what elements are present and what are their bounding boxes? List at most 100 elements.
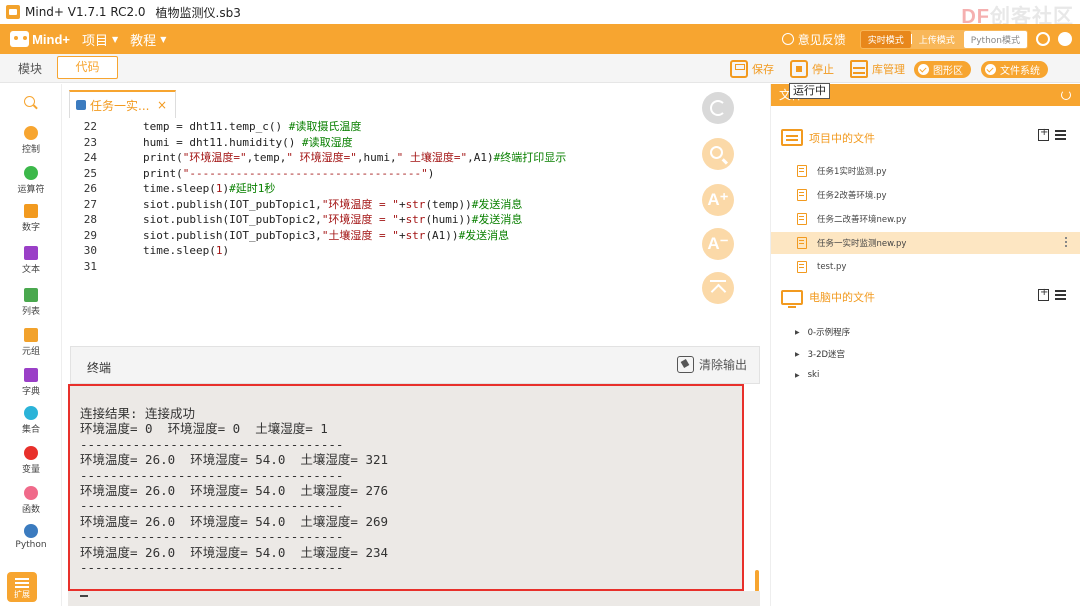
project-file-item[interactable]: 任务2改善环境.py [771,184,1080,206]
library-label: 库管理 [872,63,905,76]
line-number: 22 [83,120,97,133]
menu-project[interactable]: 项目 ▼ [82,30,118,49]
menu-project-label: 项目 [82,33,109,49]
sidebar-item[interactable]: 元组 [0,328,62,357]
mode-realtime[interactable]: 实时模式 [860,30,911,48]
find-button[interactable] [702,138,734,170]
user-icon[interactable] [1058,32,1072,46]
sidebar-item[interactable]: 集合 [0,406,62,435]
tab-blocks[interactable]: 模块 [10,59,50,79]
filesystem-button[interactable]: 文件系统 [981,61,1048,78]
code-token: ) [222,244,230,257]
search-icon [710,146,723,159]
code-line: 25 print("-------------------------------… [63,166,683,182]
sidebar-item[interactable]: 字典 [0,368,62,397]
code-token: (A1)) [425,228,459,242]
code-editor: 任务一实... × 22 temp = dht11.temp_c() #读取摄氏温… [63,84,766,346]
project-file-item[interactable]: 任务1实时监测.py [771,160,1080,182]
menu-bar: Mind+ 项目 ▼ 教程 ▼ 意见反馈 实时模式 上传模式 Python模式 [0,24,1080,54]
code-token: "环境湿度 = " [321,213,399,226]
refresh-icon[interactable] [1061,90,1071,100]
save-label: 保存 [752,63,774,76]
computer-folder-item[interactable]: ▶ 3-2D迷宫 [795,348,845,360]
menu-tutorial[interactable]: 教程 ▼ [130,30,166,49]
tab-code[interactable]: 代码 [57,56,118,79]
code-text: time.sleep(1) [98,243,229,259]
project-file-item[interactable]: 任务二改善环境new.py [771,208,1080,230]
font-decrease-button[interactable]: A⁻ [702,228,734,260]
expand-arrow-icon[interactable]: ▶ [795,329,800,336]
mode-upload[interactable]: 上传模式 [912,31,962,48]
scroll-top-button[interactable] [702,272,734,304]
new-file-icon[interactable] [1038,287,1049,301]
feedback-icon [781,33,794,45]
project-file-item[interactable]: 任务一实时监测new.py [771,232,1080,254]
font-increase-button[interactable]: A⁺ [702,184,734,216]
settings-icon[interactable] [1036,32,1050,46]
sidebar-item[interactable]: 变量 [0,446,62,475]
code-token: "-----------------------------------" [182,166,428,180]
feedback-button[interactable]: 意见反馈 [781,31,846,48]
code-line: 31 [63,259,683,275]
code-token: ) [427,166,435,180]
code-text: siot.publish(IOT_pubTopic1,"环境温度 = "+str… [98,197,522,213]
new-file-icon[interactable] [1038,127,1049,141]
reload-button[interactable] [702,92,734,124]
graphics-button[interactable]: 图形区 [914,61,971,78]
title-bar: Mind+ V1.7.1 RC2.0 植物监测仪.sb3 DF创客社区 [0,0,1080,28]
sidebar-item[interactable]: 控制 [0,126,62,155]
sidebar-item-label: 数字 [21,223,40,233]
filesystem-label: 文件系统 [1000,66,1040,77]
folder-icon [781,129,803,146]
sidebar-item-label: 集合 [21,425,40,435]
menu-icon[interactable] [1055,294,1066,296]
stop-button[interactable]: 停止 [790,59,834,79]
code-area[interactable]: 22 temp = dht11.temp_c() #读取摄氏温度 23 humi = … [63,119,683,274]
sidebar-item[interactable]: 运算符 [0,166,62,195]
extension-button[interactable]: 扩展 [7,572,37,602]
clear-output-button[interactable]: 清除输出 [676,356,747,373]
code-token: print( [143,151,183,164]
code-token: + [398,213,406,226]
sidebar-item[interactable]: Python [0,524,62,550]
save-button[interactable]: 保存 [730,59,774,79]
terminal-input-line[interactable] [68,591,760,606]
sidebar-item[interactable]: 函数 [0,486,62,515]
editor-file-tab[interactable]: 任务一实... × [69,90,176,118]
line-number: 28 [83,213,97,226]
terminal-title: 终端 [87,361,112,375]
mode-python[interactable]: Python模式 [963,30,1027,48]
search-icon[interactable] [24,96,35,107]
folder-name-label: 0-示例程序 [807,328,851,338]
check-icon [918,64,929,75]
code-token: str [405,197,426,211]
terminal-output[interactable]: 连接结果: 连接成功 环境温度= 0 环境湿度= 0 土壤湿度= 1 -----… [68,384,744,591]
project-file-item[interactable]: test.py [771,256,1080,278]
sidebar-item[interactable]: 数字 [0,204,62,233]
computer-folder-item[interactable]: ▶ 0-示例程序 [795,326,850,338]
file-tab-label: 任务一实... [90,98,150,113]
line-number: 31 [83,259,97,273]
computer-folder-item[interactable]: ▶ ski [795,370,819,380]
sidebar-item[interactable]: 文本 [0,246,62,275]
category-icon [24,246,38,260]
check-icon [985,64,996,75]
more-options-icon[interactable] [1065,237,1067,239]
file-name-label: 任务二改善环境new.py [817,215,907,225]
menu-icon[interactable] [1055,134,1066,136]
code-line: 23 humi = dht11.humidity() #读取湿度 [63,135,683,151]
terminal-scrollbar[interactable] [755,570,759,592]
sidebar-item[interactable]: 列表 [0,288,62,317]
stop-icon [790,60,808,78]
expand-arrow-icon[interactable]: ▶ [795,372,800,379]
sidebar-item-label: 元组 [21,347,40,357]
code-line: 30 time.sleep(1) [63,243,683,259]
font-increase-icon: A⁺ [707,190,729,209]
toolbar: 模块 代码 保存 停止 库管理 图形区 文件系统 [0,54,1080,83]
code-token: siot.publish(IOT_pubTopic2, [143,213,322,226]
library-button[interactable]: 库管理 [850,59,905,79]
code-line: 28 siot.publish(IOT_pubTopic2,"环境湿度 = "+s… [63,212,683,228]
expand-arrow-icon[interactable]: ▶ [795,351,800,358]
close-icon[interactable]: × [157,98,167,112]
code-token: ,humi, [356,151,397,164]
